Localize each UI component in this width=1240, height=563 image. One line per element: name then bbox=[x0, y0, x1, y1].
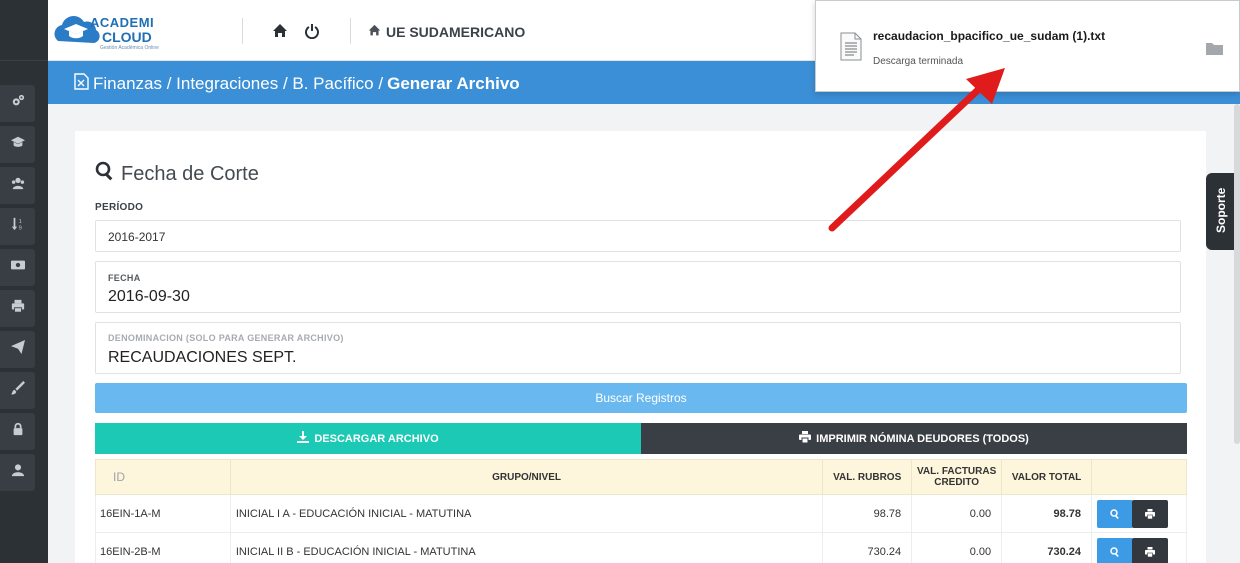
breadcrumb-path[interactable]: Finanzas / Integraciones / B. Pacífico / bbox=[93, 74, 383, 94]
imprimir-nomina-button[interactable]: IMPRIMIR NÓMINA DEUDORES (TODOS) bbox=[641, 423, 1187, 454]
cell-val-facturas: 0.00 bbox=[911, 532, 1003, 563]
section-title: Fecha de Corte bbox=[95, 161, 259, 187]
logo-tagline: Gestión Académica Online bbox=[100, 45, 159, 51]
sidebar-item-sort[interactable]: 19 bbox=[0, 208, 35, 245]
sort-icon: 19 bbox=[11, 217, 25, 236]
search-icon bbox=[95, 161, 115, 187]
cell-valor-total: 98.78 bbox=[1001, 494, 1093, 533]
header-divider bbox=[242, 18, 243, 44]
cell-grupo: INICIAL II B - EDUCACIÓN INICIAL - MATUT… bbox=[229, 532, 824, 563]
folder-icon[interactable] bbox=[1206, 41, 1223, 55]
money-icon bbox=[10, 258, 25, 277]
sidebar-item-design[interactable] bbox=[0, 372, 35, 409]
cell-val-facturas: 0.00 bbox=[911, 494, 1003, 533]
power-icon bbox=[304, 24, 320, 43]
print-icon bbox=[1145, 508, 1156, 522]
download-icon bbox=[297, 431, 310, 446]
paint-brush-icon bbox=[10, 381, 25, 400]
imprimir-label: IMPRIMIR NÓMINA DEUDORES (TODOS) bbox=[816, 432, 1029, 445]
print-row-button[interactable] bbox=[1132, 499, 1169, 528]
denominacion-label: DENOMINACION (SOLO PARA GENERAR ARCHIVO) bbox=[108, 333, 344, 343]
sidebar-item-finance[interactable] bbox=[0, 249, 35, 286]
logo-text-top: ACADEMI bbox=[90, 15, 155, 30]
cell-val-rubros: 98.78 bbox=[822, 494, 913, 533]
graduation-cap-icon bbox=[10, 135, 25, 154]
buscar-registros-button[interactable]: Buscar Registros bbox=[95, 383, 1187, 413]
col-header-val-facturas[interactable]: VAL. FACTURAS CREDITO bbox=[911, 459, 1003, 495]
denominacion-field[interactable]: DENOMINACION (SOLO PARA GENERAR ARCHIVO)… bbox=[95, 322, 1181, 374]
print-row-button[interactable] bbox=[1132, 537, 1169, 563]
academicloud-logo[interactable]: ACADEMI CLOUD Gestión Académica Online bbox=[50, 9, 160, 53]
view-row-button[interactable] bbox=[1097, 537, 1134, 563]
sidebar-item-profile[interactable] bbox=[0, 454, 35, 491]
col-header-valor-total[interactable]: VALOR TOTAL bbox=[1001, 459, 1093, 495]
print-icon bbox=[799, 431, 812, 446]
svg-text:1: 1 bbox=[18, 219, 21, 225]
logo-text-main: CLOUD bbox=[102, 29, 152, 45]
col-header-actions bbox=[1091, 459, 1187, 495]
users-icon bbox=[11, 176, 25, 195]
user-icon bbox=[11, 463, 25, 482]
cell-valor-total: 730.24 bbox=[1001, 532, 1093, 563]
left-sidebar: 19 bbox=[0, 0, 48, 563]
home-icon bbox=[272, 24, 288, 43]
download-notification[interactable]: recaudacion_bpacifico_ue_sudam (1).txt D… bbox=[815, 0, 1240, 92]
page-scrollbar[interactable] bbox=[1234, 104, 1240, 444]
table-row: 16EIN-2B-M INICIAL II B - EDUCACIÓN INIC… bbox=[95, 532, 1187, 563]
search-icon bbox=[1110, 546, 1120, 560]
sidebar-item-users[interactable] bbox=[0, 167, 35, 204]
text-file-icon bbox=[840, 32, 862, 61]
paper-plane-icon bbox=[10, 340, 25, 359]
breadcrumb-current: Generar Archivo bbox=[387, 74, 520, 93]
descargar-archivo-button[interactable]: DESCARGAR ARCHIVO bbox=[95, 423, 641, 454]
sidebar-item-academic[interactable] bbox=[0, 126, 35, 163]
main-panel: Fecha de Corte PERÍODO 2016-2017 FECHA 2… bbox=[75, 131, 1206, 563]
print-icon bbox=[11, 299, 25, 318]
soporte-label: Soporte bbox=[1214, 187, 1228, 233]
institution-label: UE SUDAMERICANO bbox=[386, 24, 526, 40]
search-icon bbox=[1110, 508, 1120, 522]
cell-val-rubros: 730.24 bbox=[822, 532, 913, 563]
header-divider bbox=[350, 18, 351, 44]
col-header-id[interactable]: ID bbox=[95, 459, 231, 495]
home-icon bbox=[368, 24, 381, 40]
sidebar-top bbox=[0, 0, 48, 61]
cell-id: 16EIN-2B-M bbox=[95, 532, 231, 563]
denominacion-value: RECAUDACIONES SEPT. bbox=[108, 349, 297, 366]
sidebar-item-messages[interactable] bbox=[0, 331, 35, 368]
excel-file-icon bbox=[74, 73, 89, 95]
sidebar-item-settings[interactable] bbox=[0, 85, 35, 122]
descargar-label: DESCARGAR ARCHIVO bbox=[314, 432, 439, 445]
lock-icon bbox=[11, 422, 25, 441]
cogs-icon bbox=[11, 94, 25, 113]
table-header-row: ID GRUPO/NIVEL VAL. RUBROS VAL. FACTURAS… bbox=[95, 459, 1187, 495]
view-row-button[interactable] bbox=[1097, 499, 1134, 528]
periodo-select[interactable]: 2016-2017 bbox=[95, 220, 1181, 252]
institution-name[interactable]: UE SUDAMERICANO bbox=[368, 24, 525, 40]
svg-text:9: 9 bbox=[18, 225, 21, 231]
download-status: Descarga terminada bbox=[873, 56, 964, 67]
breadcrumb: Finanzas / Integraciones / B. Pacífico /… bbox=[74, 73, 520, 95]
col-header-val-rubros[interactable]: VAL. RUBROS bbox=[822, 459, 913, 495]
cell-actions bbox=[1091, 494, 1187, 533]
cell-id: 16EIN-1A-M bbox=[95, 494, 231, 533]
section-title-text: Fecha de Corte bbox=[121, 162, 259, 185]
periodo-label: PERÍODO bbox=[95, 202, 144, 213]
col-header-grupo[interactable]: GRUPO/NIVEL bbox=[229, 459, 824, 495]
cell-actions bbox=[1091, 532, 1187, 563]
fecha-value: 2016-09-30 bbox=[108, 288, 190, 305]
sidebar-item-security[interactable] bbox=[0, 413, 35, 450]
print-icon bbox=[1145, 546, 1156, 560]
fecha-label: FECHA bbox=[108, 273, 141, 283]
home-button[interactable] bbox=[272, 23, 288, 39]
table-row: 16EIN-1A-M INICIAL I A - EDUCACIÓN INICI… bbox=[95, 494, 1187, 533]
download-filename[interactable]: recaudacion_bpacifico_ue_sudam (1).txt bbox=[873, 29, 1105, 43]
logout-button[interactable] bbox=[304, 23, 320, 40]
fecha-field[interactable]: FECHA 2016-09-30 bbox=[95, 261, 1181, 313]
registros-table: ID GRUPO/NIVEL VAL. RUBROS VAL. FACTURAS… bbox=[95, 459, 1187, 563]
sidebar-item-print[interactable] bbox=[0, 290, 35, 327]
cell-grupo: INICIAL I A - EDUCACIÓN INICIAL - MATUTI… bbox=[229, 494, 824, 533]
